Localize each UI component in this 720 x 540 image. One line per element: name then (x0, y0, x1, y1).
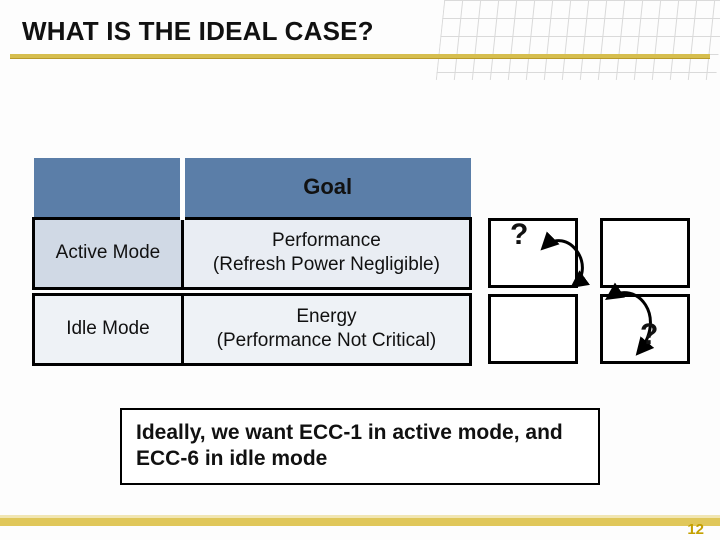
table-row: Active Mode Performance (Refresh Power N… (34, 218, 471, 288)
callout-summary: Ideally, we want ECC-1 in active mode, a… (120, 408, 600, 485)
row-value-active-line1: Performance (190, 229, 463, 253)
table-row: Idle Mode Energy (Performance Not Critic… (34, 294, 471, 364)
table-header-blank (34, 158, 183, 218)
slide-title: WHAT IS THE IDEAL CASE? (22, 16, 374, 47)
row-value-idle-line2: (Performance Not Critical) (190, 329, 463, 353)
page-number: 12 (687, 521, 704, 538)
box-top-right (600, 218, 690, 288)
row-value-active-line2: (Refresh Power Negligible) (190, 253, 463, 277)
question-mark-active: ? (510, 218, 528, 252)
row-value-active: Performance (Refresh Power Negligible) (182, 218, 470, 288)
row-label-active: Active Mode (34, 218, 183, 288)
slide: WHAT IS THE IDEAL CASE? Goal Active Mode… (0, 0, 720, 540)
title-underline (10, 54, 710, 58)
table-header-row: Goal (34, 158, 471, 218)
box-bottom-left (488, 294, 578, 364)
table-header-goal: Goal (182, 158, 470, 218)
question-mark-idle: ? (640, 318, 658, 352)
box-top-left (488, 218, 578, 288)
footer-bar (0, 518, 720, 526)
row-value-idle-line1: Energy (190, 305, 463, 329)
modes-table: Goal Active Mode Performance (Refresh Po… (32, 158, 472, 366)
row-value-idle: Energy (Performance Not Critical) (182, 294, 470, 364)
grid-decor (436, 0, 720, 80)
row-label-idle: Idle Mode (34, 294, 183, 364)
